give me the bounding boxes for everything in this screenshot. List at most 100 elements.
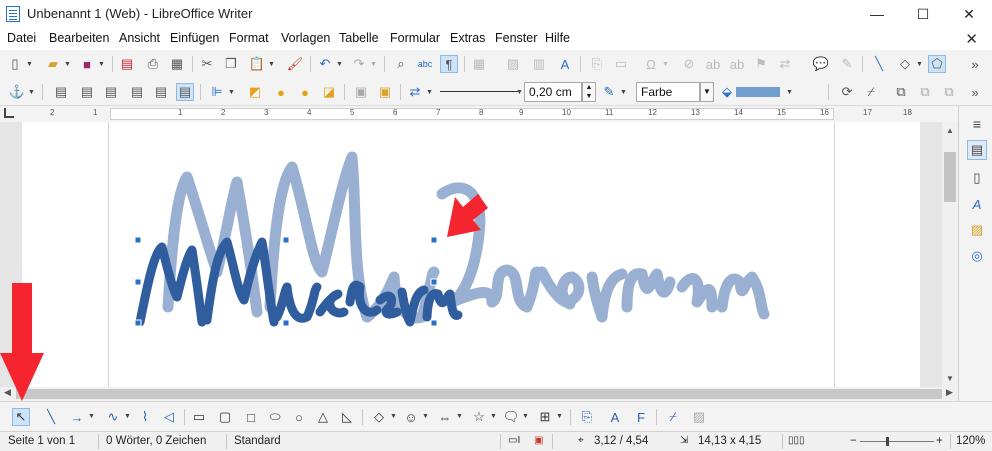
word-count-status[interactable]: 0 Wörter, 0 Zeichen [106,435,206,447]
wrap-optimal-icon[interactable]: ▤ [102,83,120,101]
insert-line-icon[interactable]: ╲ [870,55,888,73]
curve-dropdown-arrow[interactable]: ▼ [124,407,132,425]
menu-hilfe[interactable]: Hilfe [545,31,570,45]
zoom-out-icon[interactable]: − [850,435,857,447]
maximize-button[interactable]: ☐ [900,0,946,28]
new-dropdown-arrow[interactable]: ▼ [26,55,34,73]
menu-extras[interactable]: Extras [450,31,485,45]
clone-formatting-icon[interactable]: 🖌 [286,55,304,73]
align-objects-icon[interactable]: ⊫ [208,83,226,101]
track-changes-icon[interactable]: ✎ [838,55,856,73]
insert-mode-icon[interactable]: ▭I [508,435,520,446]
paste-dropdown-arrow[interactable]: ▼ [268,55,276,73]
arrow-line-tool-icon[interactable]: → [68,408,86,426]
save-icon[interactable]: ■ [78,55,96,73]
toolbar2-overflow-icon[interactable]: » [966,83,984,101]
line-width-field[interactable]: 0,20 cm [524,82,582,102]
print-icon[interactable]: ⎙ [144,55,162,73]
find-replace-icon[interactable]: ⌕ [392,55,410,73]
styles-icon[interactable]: A [967,194,987,214]
flowchart-dropdown-arrow[interactable]: ▼ [556,407,564,425]
align-dropdown-arrow[interactable]: ▼ [228,83,236,101]
close-window-button[interactable]: ✕ [946,0,992,28]
hyperlink-icon[interactable]: ⊘ [680,55,698,73]
redo-icon[interactable]: ↷ [350,55,368,73]
document-modified-icon[interactable]: ▣ [534,435,543,446]
vertical-scrollbar[interactable]: ▲ ▼ [942,122,958,387]
print-preview-icon[interactable]: ▦ [168,55,186,73]
insert-textbox-icon[interactable]: A [556,55,574,73]
open-dropdown-arrow[interactable]: ▼ [64,55,72,73]
extrusion-toggle-icon[interactable]: ▨ [690,408,708,426]
fill-color-preview[interactable] [736,87,780,97]
line-color-icon[interactable]: ✎ [600,83,618,101]
horizontal-scroll-thumb[interactable] [16,389,942,399]
insert-chart-icon[interactable]: ▥ [530,55,548,73]
callouts-icon[interactable]: 🗨 [502,408,520,426]
callouts-dropdown-arrow[interactable]: ▼ [522,407,530,425]
cut-icon[interactable]: ✂ [198,55,216,73]
comment-icon[interactable]: 💬 [812,55,830,73]
wrap-page-icon[interactable]: ▤ [78,83,96,101]
zoom-slider-handle[interactable] [886,437,889,446]
triangle-tool-icon[interactable]: △ [314,408,332,426]
stars-icon[interactable]: ☆ [470,408,488,426]
single-page-view-icon[interactable]: ▯▯▯ [788,435,805,446]
flowchart-icon[interactable]: ⊞ [536,408,554,426]
draw-functions-icon[interactable]: ⬠ [928,55,946,73]
freeform-line-icon[interactable]: ⌇ [136,408,154,426]
close-document-button[interactable]: ✕ [965,30,978,48]
insert-table-icon[interactable]: ▦ [470,55,488,73]
shapes-dropdown-arrow[interactable]: ▼ [916,55,924,73]
wrap-left-icon[interactable]: ▤ [128,83,146,101]
points-icon[interactable]: ⌿ [862,83,880,101]
curve-tool-icon[interactable]: ∿ [104,408,122,426]
circle-tool-icon[interactable]: ○ [290,408,308,426]
cross-reference-icon[interactable]: ⇄ [776,55,794,73]
page-break-icon[interactable]: ⎘ [588,55,606,73]
group-icon[interactable]: ⧉ [892,83,910,101]
formatting-marks-icon[interactable]: ¶ [440,55,458,73]
basic-shapes-icon[interactable]: ◇ [896,55,914,73]
paste-icon[interactable]: 📋 [248,55,266,73]
horizontal-ruler[interactable]: 2 1 1 2 3 4 5 6 7 8 9 10 11 12 13 14 15 … [0,106,960,122]
zoom-slider[interactable] [860,441,934,442]
zoom-level-status[interactable]: 120% [956,435,985,447]
line-style-preview[interactable] [440,91,518,92]
signature-light-drawing[interactable] [162,151,770,324]
arrow-style-dropdown-arrow[interactable]: ▼ [426,83,434,101]
anchor-dropdown-arrow[interactable]: ▼ [28,83,36,101]
redo-dropdown-arrow[interactable]: ▼ [370,55,378,73]
menu-datei[interactable]: Datei [7,31,36,45]
right-triangle-tool-icon[interactable]: ◺ [338,408,356,426]
scroll-up-icon[interactable]: ▲ [946,126,954,135]
symbol-shapes-dropdown-arrow[interactable]: ▼ [422,407,430,425]
wrap-through-icon[interactable]: ▤ [176,83,194,101]
stars-dropdown-arrow[interactable]: ▼ [490,407,498,425]
rounded-rectangle-tool-icon[interactable]: ▢ [216,408,234,426]
exit-group-icon[interactable]: ⧉ [940,83,958,101]
line-width-spinner[interactable]: ▲ ▼ [582,82,596,102]
text-box-tool-icon[interactable]: A [606,408,624,426]
special-character-icon[interactable]: Ω [642,55,660,73]
block-arrows-dropdown-arrow[interactable]: ▼ [456,407,464,425]
forward-one-icon[interactable]: ● [272,83,290,101]
navigator-icon[interactable]: ◎ [967,246,987,266]
block-arrows-icon[interactable]: ⇔ [436,408,454,426]
wrap-off-icon[interactable]: ▤ [52,83,70,101]
toolbar-overflow-icon[interactable]: » [966,55,984,73]
send-to-back-icon[interactable]: ◪ [320,83,338,101]
special-character-dropdown-arrow[interactable]: ▼ [662,55,670,73]
wrap-right-icon[interactable]: ▤ [152,83,170,101]
spelling-icon[interactable]: abc [416,55,434,73]
symbol-shapes-icon[interactable]: ☺ [402,408,420,426]
copy-icon[interactable]: ❐ [222,55,240,73]
select-pointer-icon[interactable]: ↖ [12,408,30,426]
endnote-icon[interactable]: ab [728,55,746,73]
vertical-scroll-thumb[interactable] [944,152,956,202]
scroll-down-icon[interactable]: ▼ [946,374,954,383]
menu-vorlagen[interactable]: Vorlagen [281,31,330,45]
bring-to-front-icon[interactable]: ◩ [246,83,264,101]
basic-shapes-dropdown-arrow[interactable]: ▼ [390,407,398,425]
horizontal-scrollbar[interactable]: ◀ ▶ [0,387,958,401]
